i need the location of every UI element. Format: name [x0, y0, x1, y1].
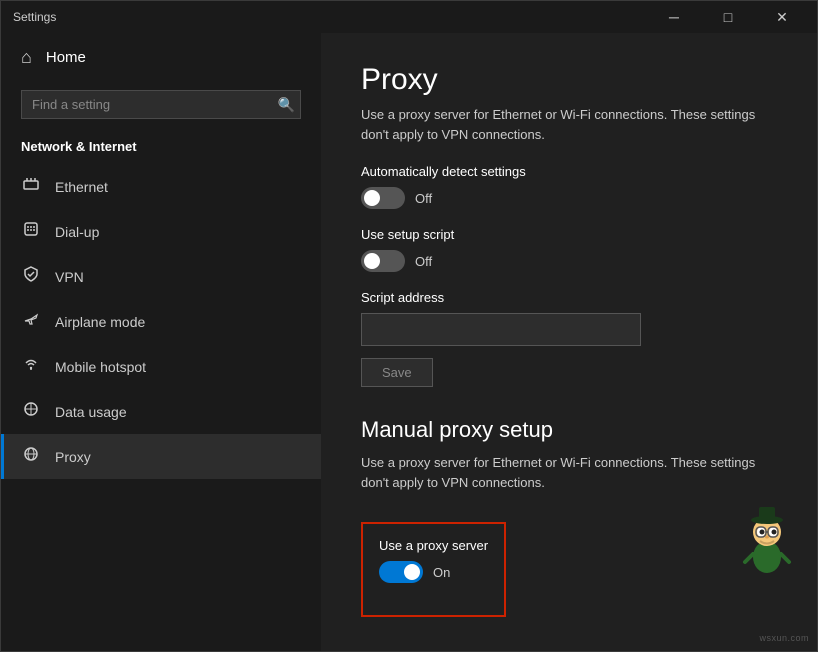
proxy-server-box: Use a proxy server On	[361, 522, 506, 617]
proxy-icon	[21, 445, 41, 468]
sidebar-item-hotspot[interactable]: Mobile hotspot	[1, 344, 321, 389]
manual-proxy-description: Use a proxy server for Ethernet or Wi-Fi…	[361, 453, 777, 492]
vpn-icon	[21, 265, 41, 288]
auto-detect-toggle[interactable]	[361, 187, 405, 209]
airplane-icon	[21, 310, 41, 333]
auto-proxy-description: Use a proxy server for Ethernet or Wi-Fi…	[361, 105, 777, 144]
proxy-server-row: On	[379, 561, 488, 583]
setup-script-state: Off	[415, 254, 432, 269]
proxy-server-thumb	[404, 564, 420, 580]
airplane-label: Airplane mode	[55, 314, 145, 330]
dialup-icon	[21, 220, 41, 243]
ethernet-icon	[21, 175, 41, 198]
setup-script-toggle[interactable]	[361, 250, 405, 272]
search-input[interactable]	[21, 90, 301, 119]
page-title: Proxy	[361, 63, 777, 97]
auto-detect-state: Off	[415, 191, 432, 206]
auto-detect-row: Off	[361, 187, 777, 209]
manual-proxy-title: Manual proxy setup	[361, 417, 777, 443]
search-button[interactable]: 🔍	[278, 96, 295, 113]
sidebar-section-header: Network & Internet	[1, 135, 321, 164]
title-bar: Settings ─ □ ✕	[1, 1, 817, 33]
auto-detect-label: Automatically detect settings	[361, 164, 777, 179]
script-address-input[interactable]	[361, 313, 641, 346]
vpn-label: VPN	[55, 269, 84, 285]
proxy-server-toggle[interactable]	[379, 561, 423, 583]
maximize-button[interactable]: □	[705, 1, 751, 33]
sidebar-item-ethernet[interactable]: Ethernet	[1, 164, 321, 209]
hotspot-icon	[21, 355, 41, 378]
search-box: 🔍	[21, 90, 301, 119]
proxy-server-state: On	[433, 565, 450, 580]
close-button[interactable]: ✕	[759, 1, 805, 33]
proxy-server-label: Use a proxy server	[379, 538, 488, 553]
sidebar-item-vpn[interactable]: VPN	[1, 254, 321, 299]
save-button[interactable]: Save	[361, 358, 433, 387]
home-icon: ⌂	[21, 47, 32, 68]
ethernet-label: Ethernet	[55, 179, 108, 195]
main-content: Proxy Use a proxy server for Ethernet or…	[321, 33, 817, 651]
sidebar-item-datausage[interactable]: Data usage	[1, 389, 321, 434]
sidebar-item-dialup[interactable]: Dial-up	[1, 209, 321, 254]
script-address-label: Script address	[361, 290, 777, 305]
datausage-icon	[21, 400, 41, 423]
dialup-label: Dial-up	[55, 224, 99, 240]
auto-detect-thumb	[364, 190, 380, 206]
setup-script-row: Off	[361, 250, 777, 272]
sidebar: ⌂ Home 🔍 Network & Internet	[1, 33, 321, 651]
sidebar-item-home[interactable]: ⌂ Home	[1, 33, 321, 82]
mascot	[737, 502, 797, 572]
setup-script-thumb	[364, 253, 380, 269]
proxy-label: Proxy	[55, 449, 91, 465]
setup-script-label: Use setup script	[361, 227, 777, 242]
hotspot-label: Mobile hotspot	[55, 359, 146, 375]
watermark: wsxun.com	[759, 633, 809, 643]
window-controls: ─ □ ✕	[651, 1, 805, 33]
content-area: ⌂ Home 🔍 Network & Internet	[1, 33, 817, 651]
sidebar-item-proxy[interactable]: Proxy	[1, 434, 321, 479]
settings-window: Settings ─ □ ✕ ⌂ Home 🔍 Network & Intern…	[0, 0, 818, 652]
window-title: Settings	[13, 10, 651, 24]
datausage-label: Data usage	[55, 404, 127, 420]
minimize-button[interactable]: ─	[651, 1, 697, 33]
sidebar-item-airplane[interactable]: Airplane mode	[1, 299, 321, 344]
home-label: Home	[46, 49, 86, 66]
